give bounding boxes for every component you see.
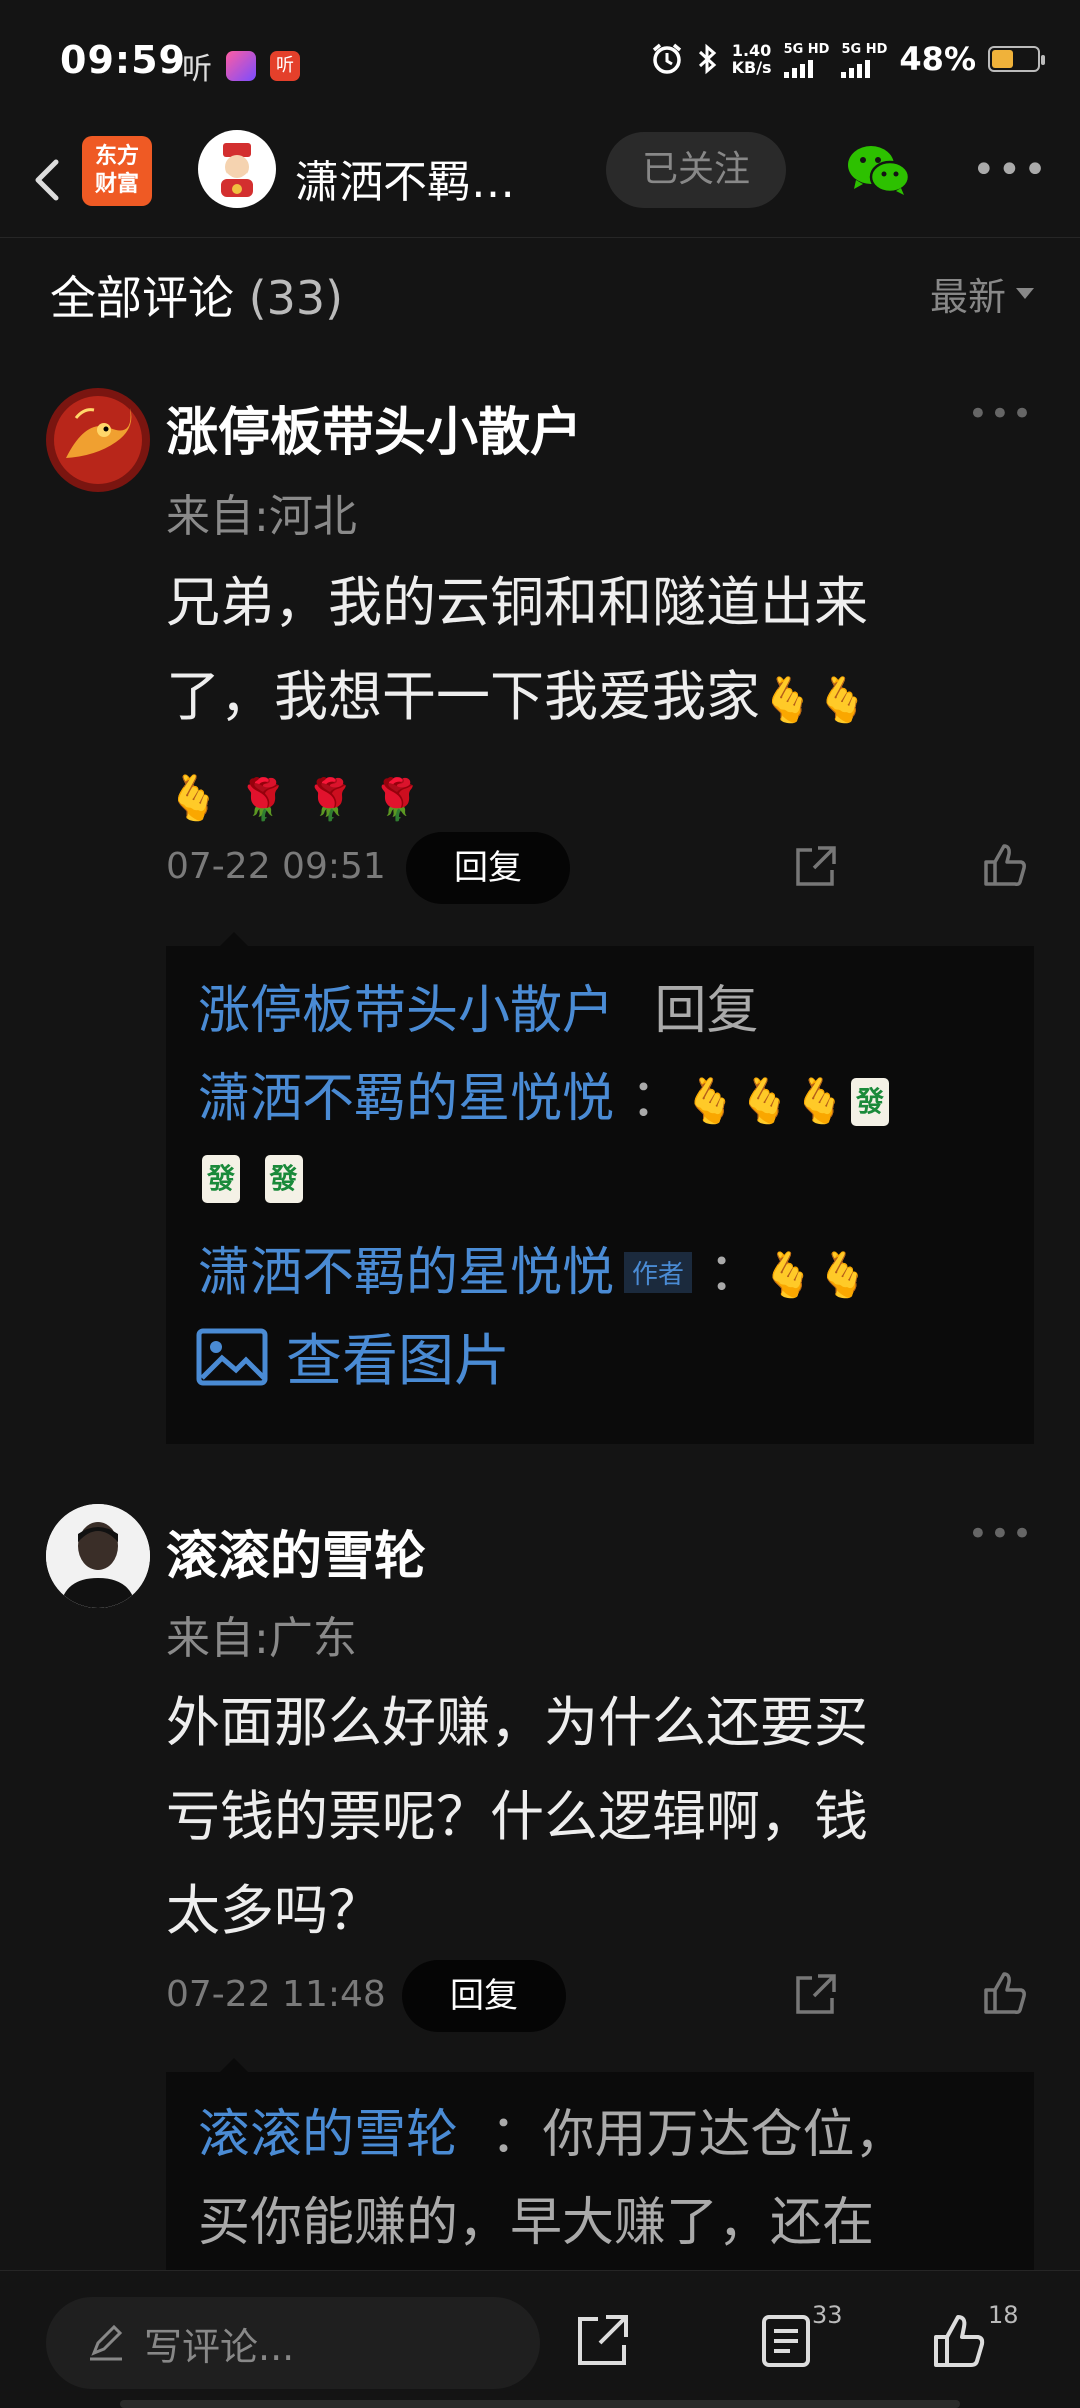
mahjong-fa-emoji-icon: 發 [202,1155,240,1203]
rose-emoji-icon: 🌹 [304,777,355,823]
reply-to-username[interactable]: 涨停板带头小散户 [198,981,614,1041]
mahjong-fa-emoji-icon: 發 [264,1155,303,1203]
share-icon[interactable] [790,842,840,892]
back-arrow-icon[interactable] [18,150,78,210]
caret-down-icon [1016,288,1034,299]
signal-icon [841,58,887,78]
comment-location: 来自:河北 [166,491,357,542]
reply-button[interactable]: 回复 [402,1960,566,2032]
home-indicator [120,2400,960,2408]
comments-title: 全部评论 [50,271,234,325]
view-image-label: 查看图片 [286,1329,510,1394]
bottom-action-bar: 写评论... 33 18 [0,2270,1080,2408]
reply-text-continued: 买你能赚的，早大赚了，还在 [198,2193,875,2253]
wechat-share-icon[interactable] [846,144,910,196]
app-logo[interactable]: 东方 财富 [82,136,152,206]
reply-header: 涨停板带头小散户 回复 [198,968,759,1043]
comment-timestamp: 07-22 09:51 [166,846,386,887]
hand-emoji-icon: 🫰 [760,675,815,726]
thumbs-up-icon[interactable] [980,1968,1030,2018]
thumbs-up-icon[interactable] [980,840,1030,890]
user-avatar[interactable] [46,1504,150,1608]
comment-location: 来自:广东 [166,1613,357,1664]
listen-icon: 听 [182,52,212,87]
image-icon [196,1328,268,1385]
status-time: 09:59 [60,38,186,82]
status-notification-icons: 听 听 [182,44,300,88]
sort-dropdown[interactable]: 最新 [930,266,1034,321]
alarm-icon [652,43,681,74]
reply-username[interactable]: 潇洒不羁的星悦悦 [198,1069,614,1129]
app-listen-badge-icon: 听 [270,51,300,81]
comment-timestamp: 07-22 11:48 [166,1974,386,2015]
hand-emoji-icon: 🫰 [760,1250,816,1301]
reply-username[interactable]: 滚滚的雪轮 [198,2105,458,2165]
person-photo-avatar-icon [46,1504,150,1608]
status-bar: 09:59 听 听 1.40 KB/s 5G HD 5G HD 48% [0,0,1080,130]
battery-level-fill [992,50,1014,68]
top-nav-bar: 东方 财富 潇洒不羁… 已关注 ••• [0,130,1080,238]
hand-emoji-icon: 🫰 [792,1076,847,1127]
bluetooth-icon [698,43,716,75]
reply-thread: 涨停板带头小散户 回复 潇洒不羁的星悦悦 ：🫰🫰🫰 發 發 發 潇洒不羁的星悦悦作… [166,932,1034,1444]
app-notification-icon [226,51,256,81]
hand-emoji-icon: 🫰 [814,675,870,726]
share-icon[interactable] [790,1970,840,2020]
comment-username[interactable]: 滚滚的雪轮 [166,1514,426,1589]
status-system-icons: 1.40 KB/s 5G HD 5G HD 48% [650,40,1045,78]
hand-emoji-icon: 🫰 [737,1076,793,1127]
hand-emoji-icon: 🫰 [682,1076,738,1127]
comment-placeholder: 写评论... [144,2324,295,2369]
battery-icon [988,46,1045,72]
reply-button[interactable]: 回复 [406,832,570,904]
sim2-signal: 5G HD [841,41,887,78]
network-speed: 1.40 KB/s [731,41,772,77]
share-icon[interactable] [572,2311,632,2371]
reply-username[interactable]: 潇洒不羁的星悦悦 [198,1243,614,1303]
reply-item: 滚滚的雪轮 ：你用万达仓位， [198,2092,907,2167]
comment-count-badge: 33 [812,2301,843,2329]
reply-text: ：你用万达仓位， [490,2105,907,2165]
rose-emoji-icon: 🌹 [371,777,422,823]
comment-more-icon[interactable]: ••• [968,1514,1034,1554]
comment-more-icon[interactable]: ••• [968,394,1034,434]
more-options-icon[interactable]: ••• [972,150,1047,190]
comments-count: (33) [248,271,344,325]
user-avatar[interactable] [46,388,150,492]
sim1-signal: 5G HD [783,41,830,78]
dragon-avatar-icon [46,388,150,492]
author-name-title[interactable]: 潇洒不羁… [295,146,555,210]
reply-item: 潇洒不羁的星悦悦 作者 ：🫰🫰 [198,1243,871,1303]
battery-percent: 48% [899,40,976,78]
reply-item: 潇洒不羁的星悦悦 ：🫰🫰🫰 發 [198,1056,893,1131]
view-image-link[interactable]: 查看图片 [196,1316,510,1397]
comment-content: 外面那么好赚，为什么还要买 亏钱的票呢？什么逻辑啊，钱 太多吗？ [166,1691,868,1942]
following-button[interactable]: 已关注 [606,132,786,208]
rose-emoji-icon: 🌹 [237,777,288,823]
reply-word: 回复 [654,981,759,1041]
comment-content: 兄弟，我的云铜和和隧道出来 了，我想干一下我爱我家🫰🫰 🫰 🌹 🌹 🌹 [166,556,1006,847]
sort-label: 最新 [929,275,1006,319]
pencil-icon [90,2324,123,2361]
author-avatar[interactable] [198,130,276,208]
write-comment-input[interactable]: 写评论... [46,2297,540,2389]
author-badge: 作者 [624,1251,693,1293]
comment-username[interactable]: 涨停板带头小散户 [166,390,582,465]
like-count-badge: 18 [988,2301,1019,2329]
reply-thread: 滚滚的雪轮 ：你用万达仓位， 买你能赚的，早大赚了，还在 [166,2058,1034,2282]
hand-emoji-icon: 🫰 [166,773,221,824]
thumbs-up-icon[interactable] [930,2311,990,2371]
comments-header: 全部评论 (33) [50,262,343,328]
mahjong-fa-emoji-icon: 發 [850,1078,889,1126]
reply-item-continued: 發 發 [198,1146,307,1206]
hand-emoji-icon: 🫰 [815,1250,871,1301]
comments-list-icon[interactable] [756,2311,816,2371]
signal-icon [783,58,830,78]
fortune-god-avatar-icon [221,143,253,197]
